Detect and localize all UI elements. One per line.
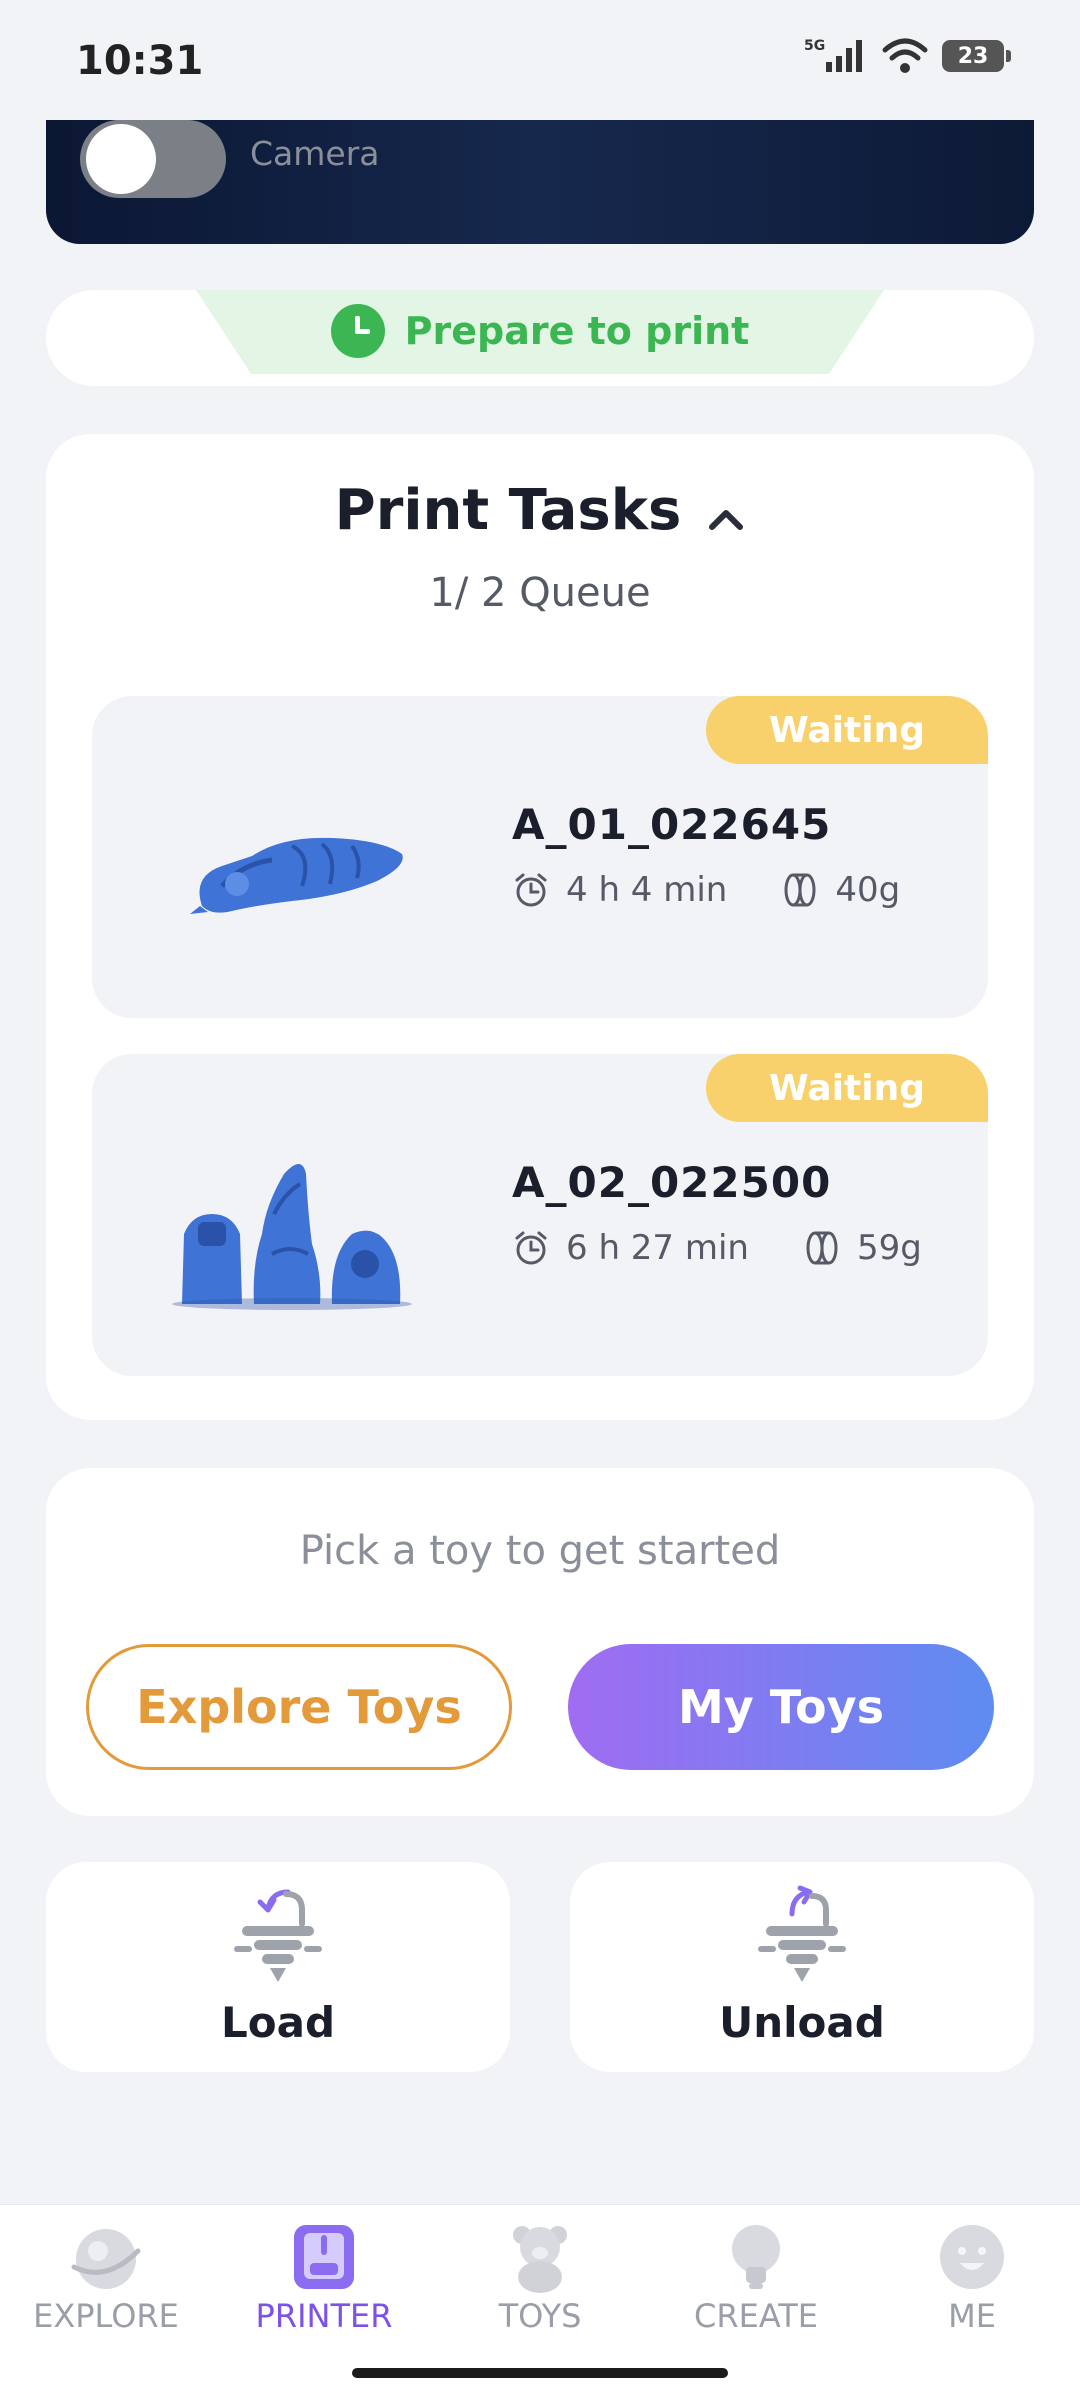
nav-label-me: ME: [948, 2297, 996, 2335]
nav-item-toys[interactable]: TOYS: [450, 2221, 630, 2361]
nav-item-printer[interactable]: PRINTER: [234, 2221, 414, 2361]
planet-icon: [71, 2229, 141, 2289]
status-badge: Waiting: [706, 1054, 988, 1122]
task-meta: 6 h 27 min 59g: [512, 1228, 922, 1268]
task-name: A_02_022500: [512, 1158, 832, 1207]
model-thumbnail: [190, 837, 403, 914]
unload-filament-icon: [758, 1885, 846, 1982]
task-item[interactable]: Waiting A_01_022645 4 h 4 min 40g: [92, 696, 988, 1018]
nav-label-create: CREATE: [694, 2297, 818, 2335]
camera-toggle[interactable]: [80, 120, 226, 198]
model-thumbnail: [172, 1164, 412, 1310]
alarm-clock-icon: [515, 873, 547, 907]
unload-label: Unload: [719, 1998, 885, 2047]
task-filament: 59g: [856, 1228, 922, 1268]
wifi-icon: [882, 38, 928, 73]
bear-icon: [513, 2226, 567, 2293]
filament-spool-icon: [806, 1231, 838, 1265]
print-tasks-title: Print Tasks: [334, 478, 682, 543]
nav-label-printer: PRINTER: [255, 2297, 393, 2335]
toggle-knob: [86, 124, 156, 194]
status-badge: Waiting: [706, 696, 988, 764]
prepare-status-card: Prepare to print: [46, 290, 1034, 386]
my-toys-button[interactable]: My Toys: [568, 1644, 994, 1770]
filament-spool-icon: [784, 873, 816, 907]
camera-card: Camera: [46, 120, 1034, 244]
cellular-signal-icon: 5G: [804, 38, 862, 72]
task-meta: 4 h 4 min 40g: [512, 870, 900, 910]
pick-toy-prompt: Pick a toy to get started: [299, 1528, 781, 1574]
pick-toy-card: Pick a toy to get started Explore Toys M…: [46, 1468, 1034, 1816]
task-filament: 40g: [835, 870, 901, 910]
nav-label-explore: EXPLORE: [33, 2297, 179, 2335]
status-bar: 10:31 5G 23: [0, 0, 1080, 120]
nav-item-explore[interactable]: EXPLORE: [16, 2221, 196, 2361]
load-label: Load: [220, 1998, 336, 2047]
prepare-status-text: Prepare to print: [404, 309, 750, 353]
battery-icon: 23: [942, 40, 1011, 72]
prepare-status: Prepare to print: [46, 304, 1034, 358]
task-item[interactable]: Waiting A_02_022500 6 h 27 min 59g: [92, 1054, 988, 1376]
printer-icon: [294, 2225, 354, 2289]
task-name: A_01_022645: [512, 800, 832, 849]
load-filament-button[interactable]: Load: [46, 1862, 510, 2072]
print-tasks-card: Print Tasks 1/ 2 Queue Waiting A_01_0226…: [46, 434, 1034, 1420]
unload-filament-button[interactable]: Unload: [570, 1862, 1034, 2072]
camera-label: Camera: [250, 134, 380, 173]
task-duration: 4 h 4 min: [566, 870, 728, 910]
explore-toys-button[interactable]: Explore Toys: [86, 1644, 512, 1770]
face-icon: [940, 2225, 1004, 2289]
clock-icon: [330, 304, 385, 358]
nav-label-toys: TOYS: [498, 2297, 582, 2335]
network-type-label: 5G: [804, 38, 825, 54]
print-queue-count: 1/ 2 Queue: [429, 570, 651, 616]
status-time: 10:31: [76, 38, 204, 84]
lightbulb-icon: [732, 2225, 780, 2289]
chevron-up-icon[interactable]: [707, 500, 745, 538]
nav-item-me[interactable]: ME: [882, 2221, 1062, 2361]
status-icons: 5G 23: [804, 36, 1011, 76]
home-indicator[interactable]: [352, 2368, 728, 2378]
print-tasks-header[interactable]: Print Tasks: [46, 478, 1034, 543]
load-filament-icon: [234, 1889, 322, 1982]
alarm-clock-icon: [515, 1231, 547, 1265]
nav-item-create[interactable]: CREATE: [666, 2221, 846, 2361]
task-duration: 6 h 27 min: [566, 1228, 749, 1268]
